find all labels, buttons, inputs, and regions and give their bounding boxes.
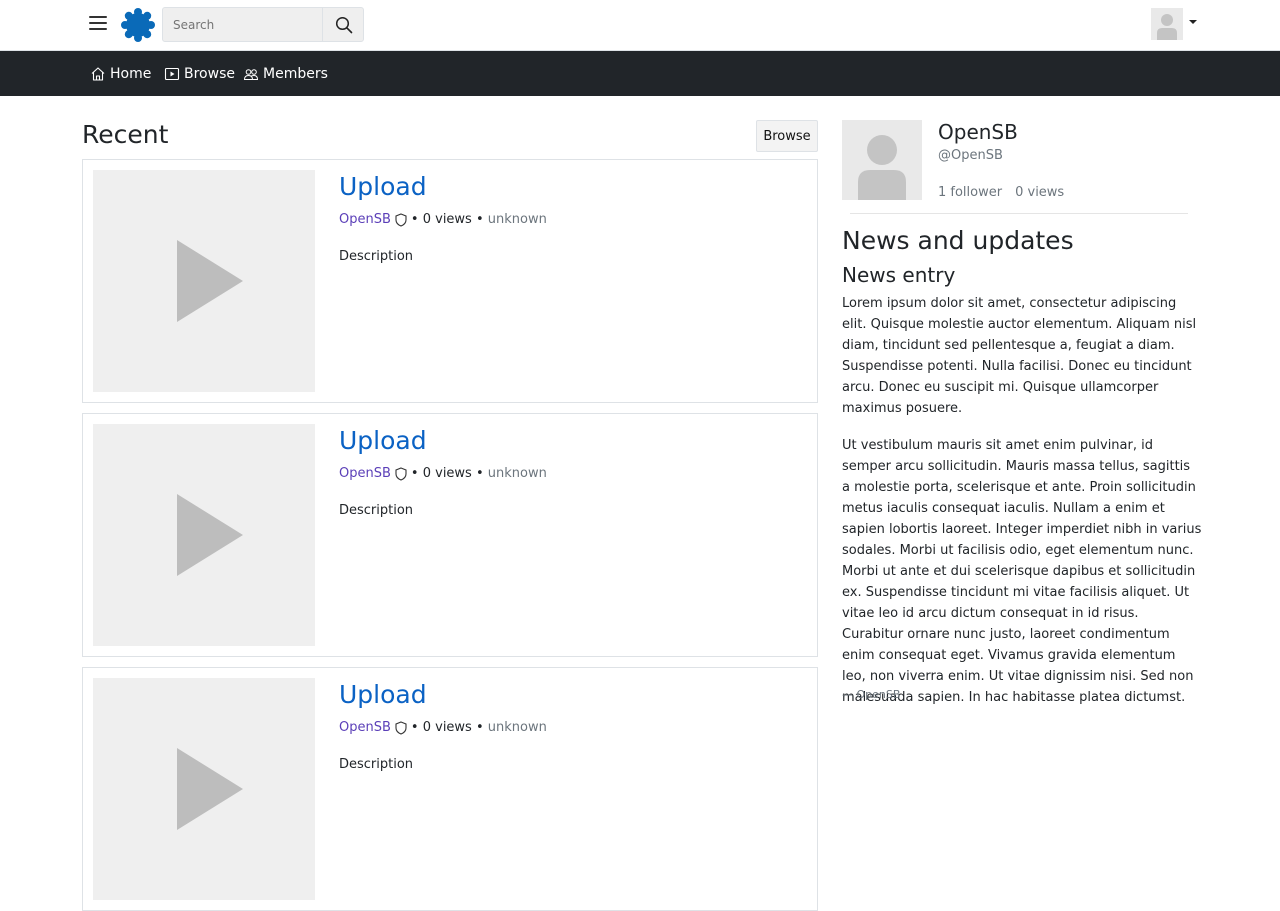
video-description: Description xyxy=(339,757,414,772)
nav-browse[interactable]: Browse xyxy=(164,51,235,96)
nav-members-label: Members xyxy=(263,65,328,82)
profile-handle: @OpenSB xyxy=(938,148,1003,163)
news-author: — OpenSB xyxy=(842,688,901,701)
search-input[interactable] xyxy=(163,8,323,41)
video-meta: OpenSB • 0 views • unknown xyxy=(339,720,547,735)
search-box xyxy=(162,7,364,42)
video-author-link[interactable]: OpenSB xyxy=(339,466,391,481)
video-views: 0 views xyxy=(422,720,472,735)
video-title[interactable]: Upload xyxy=(339,426,427,455)
main-nav: Home Browse Members xyxy=(0,51,1280,96)
top-bar xyxy=(0,0,1280,51)
search-icon xyxy=(335,16,352,33)
meta-separator: • xyxy=(410,212,419,227)
play-box-icon xyxy=(164,67,180,80)
video-date: unknown xyxy=(487,212,547,227)
meta-separator: • xyxy=(475,720,484,735)
meta-separator: • xyxy=(475,212,484,227)
menu-icon[interactable] xyxy=(89,16,107,34)
nav-members[interactable]: Members xyxy=(243,51,328,96)
nav-home[interactable]: Home xyxy=(90,51,151,96)
news-entry-title: News entry xyxy=(842,263,956,287)
shield-icon xyxy=(395,466,407,481)
video-card: Upload OpenSB • 0 views • unknown Descri… xyxy=(82,667,818,911)
video-title[interactable]: Upload xyxy=(339,172,427,201)
video-author-link[interactable]: OpenSB xyxy=(339,720,391,735)
video-card: Upload OpenSB • 0 views • unknown Descri… xyxy=(82,159,818,403)
video-views: 0 views xyxy=(422,212,472,227)
user-menu-caret-icon[interactable] xyxy=(1189,20,1197,24)
user-silhouette-icon xyxy=(1157,14,1177,40)
follower-count: 1 follower xyxy=(938,185,1003,200)
shield-icon xyxy=(395,212,407,227)
profile-view-count: 0 views xyxy=(1015,185,1065,200)
meta-separator: • xyxy=(410,720,419,735)
nav-home-label: Home xyxy=(110,65,152,82)
video-meta: OpenSB • 0 views • unknown xyxy=(339,466,547,481)
play-icon xyxy=(177,240,243,322)
profile-avatar[interactable] xyxy=(842,120,922,200)
nav-browse-label: Browse xyxy=(184,65,235,82)
opensb-gear-icon xyxy=(121,8,155,42)
play-icon xyxy=(177,494,243,576)
user-silhouette-icon xyxy=(858,135,906,200)
meta-separator: • xyxy=(410,466,419,481)
video-thumbnail[interactable] xyxy=(93,678,315,900)
divider xyxy=(850,213,1188,214)
video-thumbnail[interactable] xyxy=(93,170,315,392)
video-thumbnail[interactable] xyxy=(93,424,315,646)
video-title[interactable]: Upload xyxy=(339,680,427,709)
news-paragraph: Lorem ipsum dolor sit amet, consectetur … xyxy=(842,296,1197,416)
news-heading: News and updates xyxy=(842,226,1074,255)
video-date: unknown xyxy=(487,466,547,481)
opensb-logo[interactable] xyxy=(120,7,156,43)
video-views: 0 views xyxy=(422,466,472,481)
news-entry-body: Lorem ipsum dolor sit amet, consectetur … xyxy=(842,293,1202,724)
play-icon xyxy=(177,748,243,830)
profile-stats: 1 follower 0 views xyxy=(938,185,1077,200)
video-author-link[interactable]: OpenSB xyxy=(339,212,391,227)
shield-icon xyxy=(395,720,407,735)
meta-separator: • xyxy=(475,466,484,481)
profile-name[interactable]: OpenSB xyxy=(938,120,1018,144)
search-button[interactable] xyxy=(322,7,364,42)
home-icon xyxy=(91,66,105,81)
video-card: Upload OpenSB • 0 views • unknown Descri… xyxy=(82,413,818,657)
browse-button[interactable]: Browse xyxy=(756,120,818,152)
video-meta: OpenSB • 0 views • unknown xyxy=(339,212,547,227)
video-date: unknown xyxy=(487,720,547,735)
people-icon xyxy=(243,68,259,80)
video-description: Description xyxy=(339,503,414,518)
news-paragraph: Ut vestibulum mauris sit amet enim pulvi… xyxy=(842,438,1202,705)
user-avatar[interactable] xyxy=(1151,8,1183,40)
video-description: Description xyxy=(339,249,414,264)
page-title: Recent xyxy=(82,120,169,149)
